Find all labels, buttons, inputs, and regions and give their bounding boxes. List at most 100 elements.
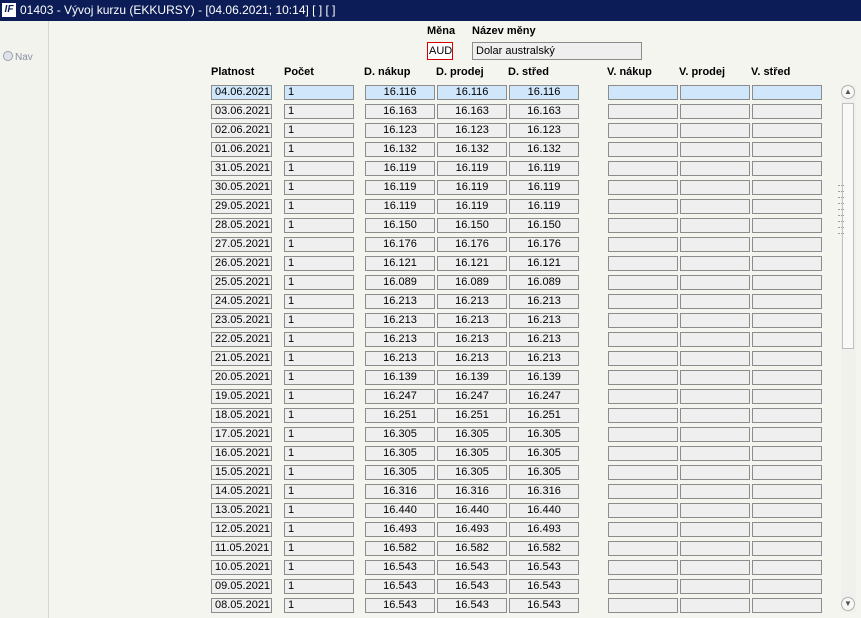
- v-buy-field[interactable]: [608, 541, 678, 556]
- v-sell-field[interactable]: [680, 142, 750, 157]
- d-buy-field[interactable]: 16.121: [365, 256, 435, 271]
- v-sell-field[interactable]: [680, 446, 750, 461]
- v-buy-field[interactable]: [608, 142, 678, 157]
- count-field[interactable]: 1: [284, 294, 354, 309]
- d-buy-field[interactable]: 16.316: [365, 484, 435, 499]
- count-field[interactable]: 1: [284, 598, 354, 613]
- count-field[interactable]: 1: [284, 389, 354, 404]
- v-mid-field[interactable]: [752, 180, 822, 195]
- vertical-scrollbar[interactable]: ▲ ▼: [838, 85, 856, 612]
- v-sell-field[interactable]: [680, 104, 750, 119]
- v-mid-field[interactable]: [752, 104, 822, 119]
- d-sell-field[interactable]: 16.305: [437, 465, 507, 480]
- v-sell-field[interactable]: [680, 85, 750, 100]
- date-field[interactable]: 02.06.2021: [211, 123, 272, 138]
- v-mid-field[interactable]: [752, 218, 822, 233]
- v-buy-field[interactable]: [608, 275, 678, 290]
- v-sell-field[interactable]: [680, 370, 750, 385]
- d-mid-field[interactable]: 16.116: [509, 85, 579, 100]
- v-mid-field[interactable]: [752, 85, 822, 100]
- d-buy-field[interactable]: 16.213: [365, 294, 435, 309]
- d-mid-field[interactable]: 16.150: [509, 218, 579, 233]
- d-sell-field[interactable]: 16.150: [437, 218, 507, 233]
- d-buy-field[interactable]: 16.582: [365, 541, 435, 556]
- date-field[interactable]: 04.06.2021: [211, 85, 272, 100]
- v-sell-field[interactable]: [680, 294, 750, 309]
- d-buy-field[interactable]: 16.493: [365, 522, 435, 537]
- d-sell-field[interactable]: 16.176: [437, 237, 507, 252]
- date-field[interactable]: 08.05.2021: [211, 598, 272, 613]
- d-buy-field[interactable]: 16.163: [365, 104, 435, 119]
- d-mid-field[interactable]: 16.305: [509, 465, 579, 480]
- d-sell-field[interactable]: 16.213: [437, 294, 507, 309]
- v-sell-field[interactable]: [680, 503, 750, 518]
- d-mid-field[interactable]: 16.305: [509, 446, 579, 461]
- count-field[interactable]: 1: [284, 237, 354, 252]
- d-sell-field[interactable]: 16.543: [437, 598, 507, 613]
- d-mid-field[interactable]: 16.132: [509, 142, 579, 157]
- d-buy-field[interactable]: 16.139: [365, 370, 435, 385]
- d-sell-field[interactable]: 16.316: [437, 484, 507, 499]
- date-field[interactable]: 09.05.2021: [211, 579, 272, 594]
- d-buy-field[interactable]: 16.119: [365, 161, 435, 176]
- d-mid-field[interactable]: 16.163: [509, 104, 579, 119]
- v-buy-field[interactable]: [608, 161, 678, 176]
- v-sell-field[interactable]: [680, 123, 750, 138]
- v-sell-field[interactable]: [680, 560, 750, 575]
- count-field[interactable]: 1: [284, 256, 354, 271]
- v-mid-field[interactable]: [752, 598, 822, 613]
- d-sell-field[interactable]: 16.305: [437, 446, 507, 461]
- d-sell-field[interactable]: 16.582: [437, 541, 507, 556]
- v-sell-field[interactable]: [680, 199, 750, 214]
- d-mid-field[interactable]: 16.582: [509, 541, 579, 556]
- count-field[interactable]: 1: [284, 275, 354, 290]
- d-buy-field[interactable]: 16.305: [365, 427, 435, 442]
- d-buy-field[interactable]: 16.150: [365, 218, 435, 233]
- d-buy-field[interactable]: 16.305: [365, 465, 435, 480]
- v-mid-field[interactable]: [752, 560, 822, 575]
- d-mid-field[interactable]: 16.119: [509, 161, 579, 176]
- d-mid-field[interactable]: 16.119: [509, 199, 579, 214]
- v-mid-field[interactable]: [752, 579, 822, 594]
- currency-name-field[interactable]: Dolar australský: [472, 42, 642, 60]
- count-field[interactable]: 1: [284, 161, 354, 176]
- date-field[interactable]: 25.05.2021: [211, 275, 272, 290]
- d-buy-field[interactable]: 16.176: [365, 237, 435, 252]
- d-sell-field[interactable]: 16.121: [437, 256, 507, 271]
- d-mid-field[interactable]: 16.213: [509, 294, 579, 309]
- date-field[interactable]: 21.05.2021: [211, 351, 272, 366]
- v-mid-field[interactable]: [752, 256, 822, 271]
- d-sell-field[interactable]: 16.123: [437, 123, 507, 138]
- v-mid-field[interactable]: [752, 408, 822, 423]
- count-field[interactable]: 1: [284, 446, 354, 461]
- v-mid-field[interactable]: [752, 294, 822, 309]
- v-buy-field[interactable]: [608, 256, 678, 271]
- d-mid-field[interactable]: 16.089: [509, 275, 579, 290]
- date-field[interactable]: 29.05.2021: [211, 199, 272, 214]
- count-field[interactable]: 1: [284, 370, 354, 385]
- d-sell-field[interactable]: 16.116: [437, 85, 507, 100]
- count-field[interactable]: 1: [284, 541, 354, 556]
- d-sell-field[interactable]: 16.543: [437, 579, 507, 594]
- v-sell-field[interactable]: [680, 522, 750, 537]
- count-field[interactable]: 1: [284, 180, 354, 195]
- d-sell-field[interactable]: 16.213: [437, 351, 507, 366]
- d-sell-field[interactable]: 16.089: [437, 275, 507, 290]
- v-sell-field[interactable]: [680, 275, 750, 290]
- v-mid-field[interactable]: [752, 522, 822, 537]
- d-buy-field[interactable]: 16.305: [365, 446, 435, 461]
- date-field[interactable]: 30.05.2021: [211, 180, 272, 195]
- v-sell-field[interactable]: [680, 484, 750, 499]
- date-field[interactable]: 16.05.2021: [211, 446, 272, 461]
- d-buy-field[interactable]: 16.440: [365, 503, 435, 518]
- count-field[interactable]: 1: [284, 465, 354, 480]
- scroll-thumb[interactable]: [842, 103, 854, 349]
- d-sell-field[interactable]: 16.247: [437, 389, 507, 404]
- count-field[interactable]: 1: [284, 427, 354, 442]
- v-sell-field[interactable]: [680, 180, 750, 195]
- v-sell-field[interactable]: [680, 408, 750, 423]
- d-buy-field[interactable]: 16.213: [365, 332, 435, 347]
- v-mid-field[interactable]: [752, 484, 822, 499]
- v-buy-field[interactable]: [608, 237, 678, 252]
- d-sell-field[interactable]: 16.119: [437, 161, 507, 176]
